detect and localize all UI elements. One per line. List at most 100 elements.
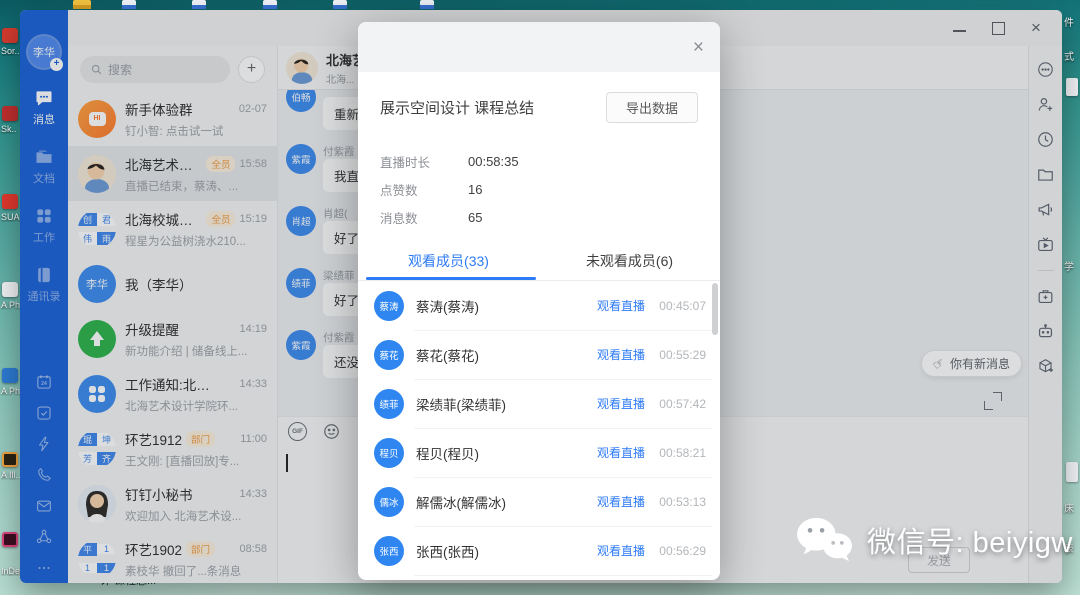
pin-box-icon[interactable]: [1036, 287, 1055, 306]
chat-time: 11:00: [240, 433, 267, 445]
desktop-icon[interactable]: [2, 452, 18, 467]
message-avatar[interactable]: 紫霞: [286, 144, 316, 174]
maximize-button[interactable]: [992, 22, 1005, 35]
watch-live-link[interactable]: 观看直播: [597, 493, 645, 510]
network-share-icon[interactable]: [35, 528, 53, 546]
upgrade-avatar: [78, 320, 116, 358]
watch-live-link[interactable]: 观看直播: [597, 346, 645, 363]
desktop-icon-label[interactable]: A Ill..: [1, 470, 21, 480]
desktop-icon[interactable]: [2, 368, 18, 383]
stat-value: 16: [468, 182, 482, 197]
chat-list-item[interactable]: 升级提醒14:19 新功能介绍 | 储备线上...: [68, 311, 277, 366]
send-button[interactable]: 发送: [908, 547, 970, 573]
sidebar-item-docs[interactable]: 文档: [33, 147, 55, 186]
sidebar-item-work[interactable]: 工作: [33, 206, 55, 245]
desktop-icon-label[interactable]: 学: [1064, 258, 1074, 273]
member-name: 蔡花(蔡花): [416, 345, 597, 365]
sidebar-item-messages[interactable]: 消息: [33, 88, 55, 127]
message-avatar[interactable]: 伯畅: [286, 90, 316, 112]
emoji-icon[interactable]: [322, 422, 341, 441]
desktop-icon-label[interactable]: A Pho..: [1, 386, 21, 396]
chat-list-item[interactable]: 李华 我（李华）: [68, 256, 277, 311]
live-tv-icon[interactable]: [1036, 235, 1055, 254]
message-avatar[interactable]: 绩菲: [286, 268, 316, 298]
more-dots-icon[interactable]: [35, 559, 53, 577]
member-row[interactable]: 蔡涛 蔡涛(蔡涛) 观看直播 00:45:07: [358, 281, 720, 330]
desktop-icon-label[interactable]: 式: [1064, 48, 1074, 63]
desktop-icon-label[interactable]: 表: [1064, 540, 1074, 555]
add-chat-button[interactable]: +: [238, 56, 265, 83]
desktop-icon[interactable]: [2, 28, 18, 43]
desktop-icon-label[interactable]: SUA..: [1, 212, 21, 222]
desktop-icon[interactable]: [1066, 78, 1078, 96]
cube-add-icon[interactable]: [1036, 357, 1055, 376]
desktop-icon[interactable]: [1066, 462, 1078, 482]
desktop-icon-label[interactable]: Sk..: [1, 124, 21, 134]
chat-list-item[interactable]: 平111 环艺1902部门08:58 素枝华 撤回了...条消息: [68, 531, 277, 583]
desktop-icon-doc[interactable]: [122, 0, 136, 9]
desktop-icon-label[interactable]: 件: [1064, 14, 1074, 29]
robot-assistant-icon[interactable]: [1036, 322, 1055, 341]
expand-input-icon[interactable]: [984, 392, 1002, 410]
add-member-icon[interactable]: [1036, 95, 1055, 114]
member-list[interactable]: 蔡涛 蔡涛(蔡涛) 观看直播 00:45:07 蔡花 蔡花(蔡花) 观看直播 0…: [358, 281, 720, 580]
chat-list-item[interactable]: HI 新手体验群02-07 钉小智: 点击试一试: [68, 91, 277, 146]
close-window-button[interactable]: ×: [1031, 22, 1044, 35]
announcement-icon[interactable]: [1036, 200, 1055, 219]
desktop-icon-folder[interactable]: [73, 0, 91, 9]
watch-live-link[interactable]: 观看直播: [597, 542, 645, 559]
desktop-icon[interactable]: [2, 194, 18, 209]
active-tab-underline: [366, 277, 536, 280]
desktop-icon-label[interactable]: A Pho..: [1, 300, 21, 310]
lightning-icon[interactable]: [35, 435, 53, 453]
chat-list-item[interactable]: 琨坤芳齐 环艺1912部门11:00 王文刚: [直播回放]专...: [68, 421, 277, 476]
search-box[interactable]: [80, 56, 230, 83]
todo-check-icon[interactable]: [35, 404, 53, 422]
watch-live-link[interactable]: 观看直播: [597, 444, 645, 461]
conversation-avatar[interactable]: [286, 52, 318, 84]
member-row[interactable]: 绩菲 梁绩菲(梁绩菲) 观看直播 00:57:42: [358, 379, 720, 428]
chat-list-item[interactable]: 工作通知:北海艺...14:33 北海艺术设计学院环...: [68, 366, 277, 421]
message-avatar[interactable]: 紫霞: [286, 330, 316, 360]
chat-list-item-selected[interactable]: 北海艺术设...全员15:58 直播已结束，蔡涛、...: [68, 146, 277, 201]
desktop-icon-doc[interactable]: [263, 0, 277, 9]
desktop-icon-doc[interactable]: [333, 0, 347, 9]
mail-icon[interactable]: [35, 497, 53, 515]
member-row[interactable]: 程贝 程贝(程贝) 观看直播 00:58:21: [358, 428, 720, 477]
more-circle-icon[interactable]: [1036, 60, 1055, 79]
gif-icon[interactable]: GIF: [288, 422, 307, 441]
sidebar-item-contacts[interactable]: 通讯录: [28, 265, 61, 304]
chat-list-item[interactable]: 创君伟雨 北海校城信...全员15:19 程星为公益树浇水210...: [68, 201, 277, 256]
desktop-icon-label[interactable]: Sor..: [1, 46, 21, 56]
member-row[interactable]: 蔡花 蔡花(蔡花) 观看直播 00:55:29: [358, 330, 720, 379]
new-message-pill[interactable]: ☞ 你有新消息: [921, 350, 1022, 377]
desktop-icon[interactable]: [2, 532, 18, 547]
folder-icon[interactable]: [1036, 165, 1055, 184]
scrollbar-thumb[interactable]: [712, 283, 718, 335]
chat-preview: 直播已结束，蔡涛、...: [125, 178, 267, 194]
avatar[interactable]: 李华 +: [28, 36, 60, 68]
phone-icon[interactable]: [35, 466, 53, 484]
desktop-icon-doc[interactable]: [192, 0, 206, 9]
watch-live-link[interactable]: 观看直播: [597, 395, 645, 412]
watch-live-link[interactable]: 观看直播: [597, 297, 645, 314]
close-icon[interactable]: ×: [693, 38, 704, 57]
member-row[interactable]: 张西 张西(张西) 观看直播 00:56:29: [358, 526, 720, 575]
desktop-icon-doc[interactable]: [420, 0, 434, 9]
modal-title: 展示空间设计 课程总结: [380, 97, 606, 118]
minimize-button[interactable]: [953, 24, 966, 32]
export-data-button[interactable]: 导出数据: [606, 92, 698, 123]
member-row[interactable]: 儒冰 解儒冰(解儒冰) 观看直播 00:53:13: [358, 477, 720, 526]
search-input[interactable]: [108, 63, 198, 77]
tab-unwatched-members[interactable]: 未观看成员(6): [539, 241, 720, 280]
calendar-icon[interactable]: 24: [35, 373, 53, 391]
chat-list-item[interactable]: 钉钉小秘书14:33 欢迎加入 北海艺术设...: [68, 476, 277, 531]
tab-watched-members[interactable]: 观看成员(33): [358, 241, 539, 280]
desktop-icon[interactable]: [2, 282, 18, 297]
desktop-icon-label[interactable]: 床: [1064, 500, 1074, 515]
desktop-icon[interactable]: [2, 106, 18, 121]
message-avatar[interactable]: 肖超: [286, 206, 316, 236]
member-row[interactable]: 张蔷 张蔷(张蔷) 观看直播 00:52:41: [358, 575, 720, 580]
watch-duration: 00:58:21: [654, 446, 706, 460]
history-clock-icon[interactable]: [1036, 130, 1055, 149]
